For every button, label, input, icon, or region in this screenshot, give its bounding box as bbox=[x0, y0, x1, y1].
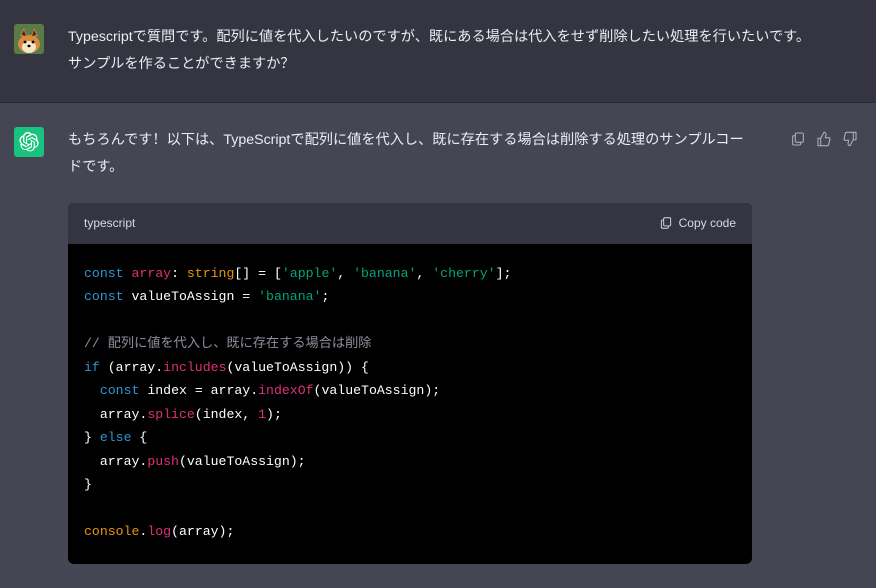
code-header: typescript Copy code bbox=[68, 203, 752, 244]
user-message-text: Typescriptで質問です。配列に値を代入したいのですが、既にある場合は代入… bbox=[68, 24, 828, 78]
assistant-message-row: もちろんです！以下は、TypeScriptで配列に値を代入し、既に存在する場合は… bbox=[0, 102, 876, 588]
assistant-avatar bbox=[14, 127, 44, 157]
clipboard-icon[interactable] bbox=[790, 131, 806, 147]
message-actions bbox=[790, 127, 876, 564]
thumbs-up-icon[interactable] bbox=[816, 131, 832, 147]
code-content[interactable]: const array: string[] = ['apple', 'banan… bbox=[68, 244, 752, 564]
copy-code-label: Copy code bbox=[679, 212, 736, 235]
user-avatar bbox=[14, 24, 44, 54]
thumbs-down-icon[interactable] bbox=[842, 131, 858, 147]
copy-code-button[interactable]: Copy code bbox=[659, 212, 736, 235]
clipboard-icon bbox=[659, 216, 673, 230]
assistant-intro-text: もちろんです！以下は、TypeScriptで配列に値を代入し、既に存在する場合は… bbox=[68, 127, 752, 181]
code-lang-label: typescript bbox=[84, 212, 135, 235]
code-block: typescript Copy code const array: string… bbox=[68, 203, 752, 564]
shiba-avatar-icon bbox=[14, 24, 44, 54]
openai-logo-icon bbox=[19, 132, 39, 152]
user-message-row: Typescriptで質問です。配列に値を代入したいのですが、既にある場合は代入… bbox=[0, 0, 876, 102]
